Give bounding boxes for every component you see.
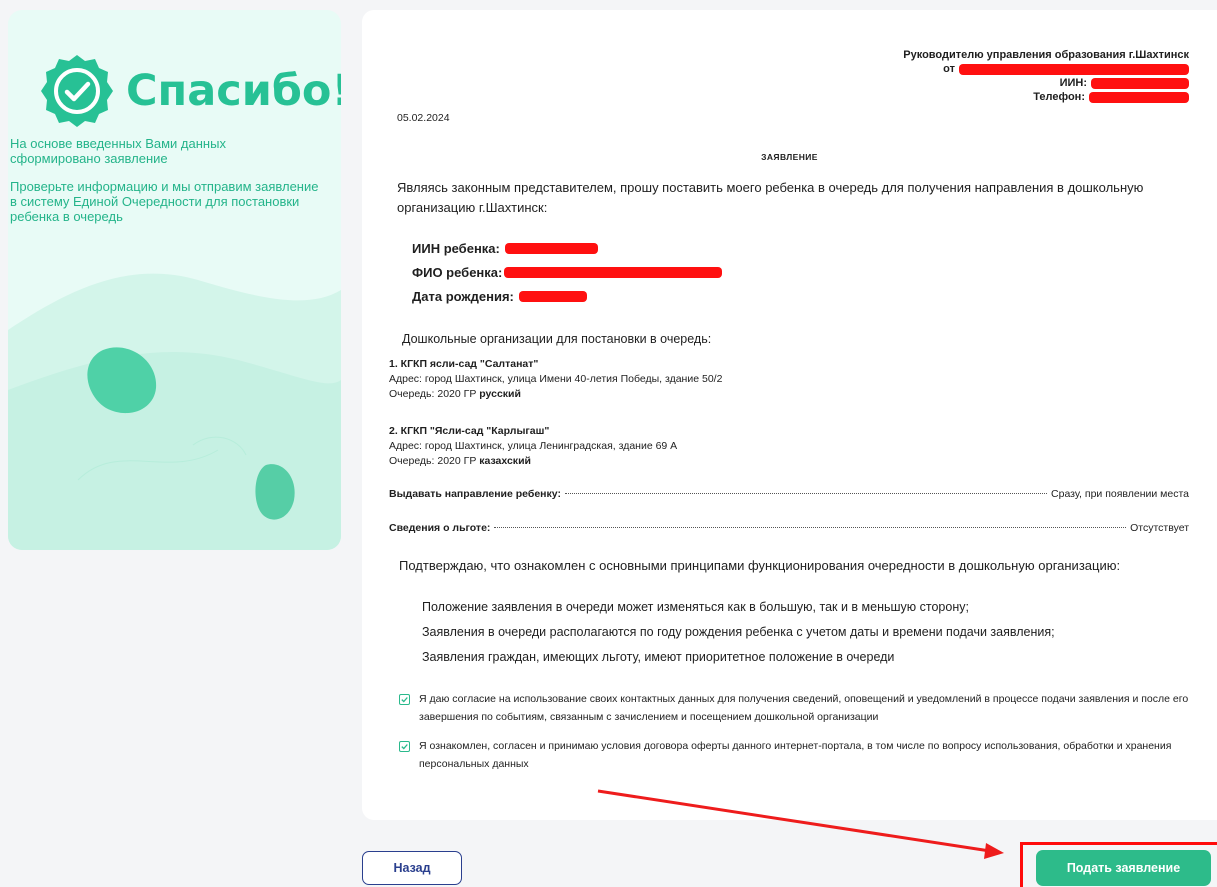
benefit-label: Сведения о льготе: xyxy=(389,522,491,534)
check-icon xyxy=(401,697,408,703)
referral-row: Выдавать направление ребенку: Сразу, при… xyxy=(389,488,1189,500)
org-item: 1. КГКП ясли-сад "Салтанат" Адрес: город… xyxy=(389,357,722,402)
child-info: ИИН ребенка: ФИО ребенка: Дата рождения: xyxy=(412,236,723,308)
org-address: Адрес: город Шахтинск, улица Ленинградск… xyxy=(389,440,678,452)
confirm-heading: Подтверждаю, что ознакомлен с основными … xyxy=(399,558,1121,573)
document-title: ЗАЯВЛЕНИЕ xyxy=(761,152,818,162)
referral-value: Сразу, при появлении места xyxy=(1051,488,1189,500)
phone-label: Телефон: xyxy=(1033,91,1085,103)
org-queue: Очередь: 2020 ГР xyxy=(389,388,477,400)
orgs-heading: Дошкольные организации для постановки в … xyxy=(402,332,712,346)
principles-list: Положение заявления в очереди может изме… xyxy=(422,600,1055,675)
org-name: 2. КГКП "Ясли-сад "Карлыгаш" xyxy=(389,425,550,437)
child-birth-label: Дата рождения: xyxy=(412,288,514,304)
document-date: 05.02.2024 xyxy=(397,112,450,124)
consent-offer[interactable]: Я ознакомлен, согласен и принимаю услови… xyxy=(399,737,1199,773)
org-queue: Очередь: 2020 ГР xyxy=(389,455,477,467)
principle-item: Заявления в очереди располагаются по год… xyxy=(422,625,1055,639)
back-button[interactable]: Назад xyxy=(362,851,462,885)
redacted-child-name xyxy=(504,266,723,278)
benefit-value: Отсутствует xyxy=(1130,522,1189,534)
principle-item: Положение заявления в очереди может изме… xyxy=(422,600,969,614)
child-name-label: ФИО ребенка: xyxy=(412,264,503,280)
redacted-child-iin xyxy=(504,242,598,254)
org-queue-lang: казахский xyxy=(479,455,531,467)
redacted-iin xyxy=(1091,77,1189,89)
thanks-title: Спасибо! xyxy=(126,66,341,116)
info-text-check: Проверьте информацию и мы отправим заявл… xyxy=(10,179,319,224)
benefit-row: Сведения о льготе: Отсутствует xyxy=(389,522,1189,534)
child-iin-label: ИИН ребенка: xyxy=(412,240,500,256)
addressee-block: Руководителю управления образования г.Ша… xyxy=(903,48,1189,104)
iin-label: ИИН: xyxy=(1059,77,1087,89)
thank-you-panel: Спасибо! На основе введенных Вами данных… xyxy=(8,10,341,550)
redacted-name xyxy=(959,63,1189,75)
info-text-generated: На основе введенных Вами данных сформиро… xyxy=(10,136,226,166)
org-item: 2. КГКП "Ясли-сад "Карлыгаш" Адрес: горо… xyxy=(389,424,677,469)
org-queue-lang: русский xyxy=(479,388,521,400)
consent-contacts-text: Я даю согласие на использование своих ко… xyxy=(419,693,1189,723)
redacted-phone xyxy=(1089,91,1189,103)
principle-item: Заявления граждан, имеющих льготу, имеют… xyxy=(422,650,895,664)
redacted-child-birth xyxy=(518,290,587,302)
from-label: от xyxy=(943,63,955,75)
addressee-line: Руководителю управления образования г.Ша… xyxy=(903,49,1189,61)
consent-offer-checkbox[interactable] xyxy=(399,741,410,752)
badge-check-icon xyxy=(41,55,113,127)
check-icon xyxy=(401,744,408,750)
application-document: Руководителю управления образования г.Ша… xyxy=(362,10,1217,820)
annotation-highlight-box xyxy=(1020,842,1217,887)
consent-offer-text: Я ознакомлен, согласен и принимаю услови… xyxy=(419,740,1172,770)
consent-contacts[interactable]: Я даю согласие на использование своих ко… xyxy=(399,690,1199,726)
org-address: Адрес: город Шахтинск, улица Имени 40-ле… xyxy=(389,373,723,385)
referral-label: Выдавать направление ребенку: xyxy=(389,488,561,500)
org-name: 1. КГКП ясли-сад "Салтанат" xyxy=(389,358,539,370)
intro-text: Являясь законным представителем, прошу п… xyxy=(397,180,1144,215)
consent-contacts-checkbox[interactable] xyxy=(399,694,410,705)
